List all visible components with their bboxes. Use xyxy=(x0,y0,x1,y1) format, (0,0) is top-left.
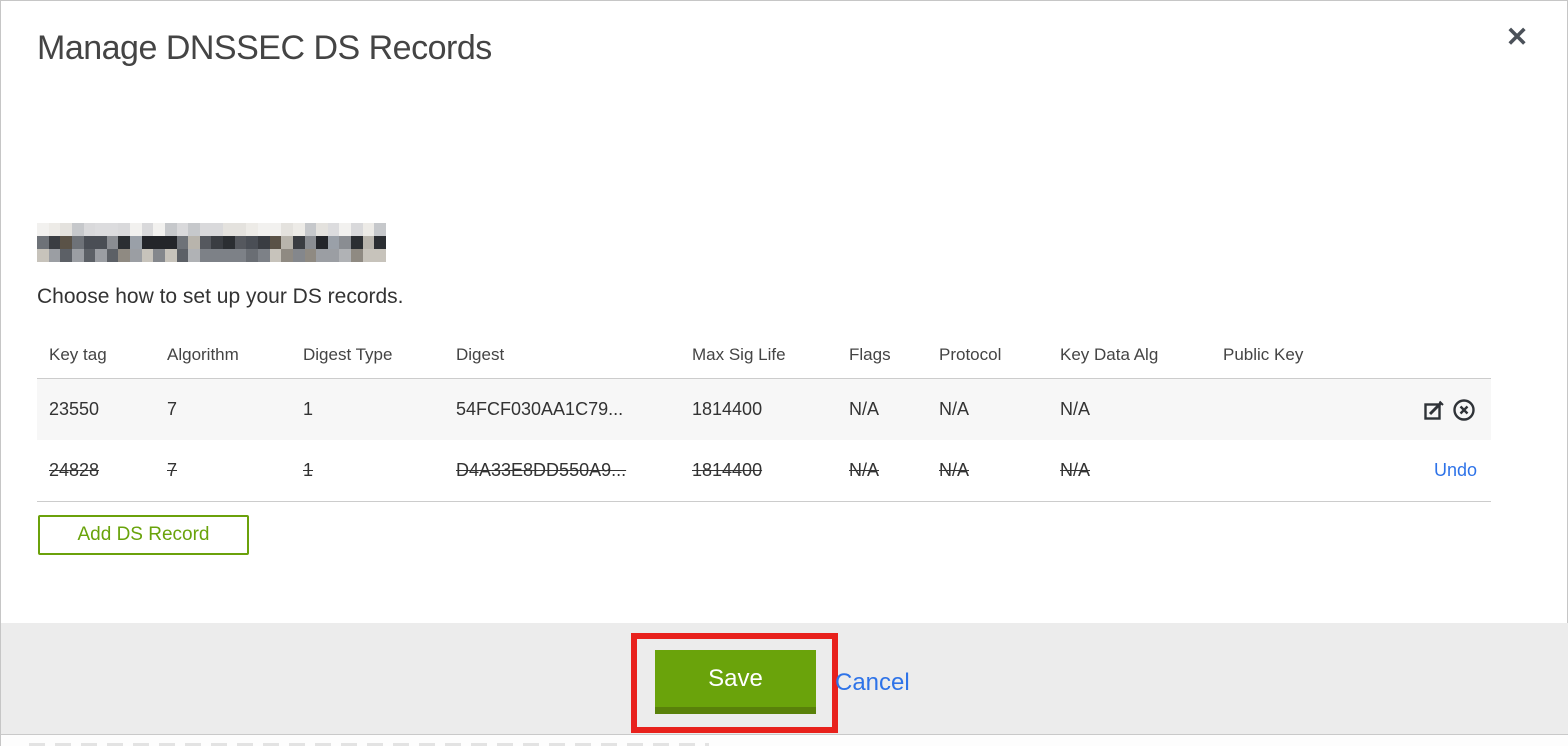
cell-protocol: N/A xyxy=(939,460,970,480)
cell-digest-type: 1 xyxy=(303,399,314,419)
cell-algorithm: 7 xyxy=(167,460,178,480)
clipped-underlying-page xyxy=(1,734,1568,746)
column-header-public-key: Public Key xyxy=(1223,344,1304,364)
dnssec-dialog: Manage DNSSEC DS Records ✕ Choose how to… xyxy=(0,0,1568,746)
cell-key-tag: 24828 xyxy=(49,460,100,480)
column-header-key-data-alg: Key Data Alg xyxy=(1060,344,1159,364)
cell-max-sig-life: 1814400 xyxy=(692,460,763,480)
cell-digest-type: 1 xyxy=(303,460,314,480)
cell-max-sig-life: 1814400 xyxy=(692,399,763,419)
close-icon[interactable]: ✕ xyxy=(1497,17,1537,57)
table-row-deleted: 24828 7 1 D4A33E8DD550A9... 1814400 N/A … xyxy=(37,440,1491,502)
annotation-highlight-box: Save xyxy=(631,633,838,733)
undo-link[interactable]: Undo xyxy=(1434,460,1477,481)
cancel-link[interactable]: Cancel xyxy=(835,669,910,697)
cell-digest: 54FCF030AA1C79... xyxy=(456,399,624,419)
instruction-text: Choose how to set up your DS records. xyxy=(37,285,404,308)
ds-records-table: Key tag Algorithm Digest Type Digest Max… xyxy=(37,331,1491,502)
edit-record-icon[interactable] xyxy=(1421,397,1447,423)
cell-key-data-alg: N/A xyxy=(1060,399,1091,419)
cell-key-tag: 23550 xyxy=(49,399,100,419)
cell-protocol: N/A xyxy=(939,399,970,419)
column-header-key-tag: Key tag xyxy=(49,344,107,364)
cell-algorithm: 7 xyxy=(167,399,178,419)
save-button[interactable]: Save xyxy=(655,650,816,714)
redacted-domain xyxy=(37,223,386,262)
add-ds-record-button[interactable]: Add DS Record xyxy=(38,515,249,555)
cell-flags: N/A xyxy=(849,460,880,480)
column-header-algorithm: Algorithm xyxy=(167,344,239,364)
cell-digest: D4A33E8DD550A9... xyxy=(456,460,627,480)
column-header-flags: Flags xyxy=(849,344,891,364)
page-title: Manage DNSSEC DS Records xyxy=(37,29,492,67)
column-header-digest-type: Digest Type xyxy=(303,344,393,364)
cell-key-data-alg: N/A xyxy=(1060,460,1091,480)
dialog-footer: Save Cancel xyxy=(1,623,1568,734)
cell-flags: N/A xyxy=(849,399,880,419)
delete-record-icon[interactable] xyxy=(1451,397,1477,423)
column-header-protocol: Protocol xyxy=(939,344,1002,364)
column-header-digest: Digest xyxy=(456,344,505,364)
table-header-row: Key tag Algorithm Digest Type Digest Max… xyxy=(37,331,1491,378)
column-header-max-sig-life: Max Sig Life xyxy=(692,344,786,364)
table-row: 23550 7 1 54FCF030AA1C79... 1814400 N/A … xyxy=(37,378,1491,440)
